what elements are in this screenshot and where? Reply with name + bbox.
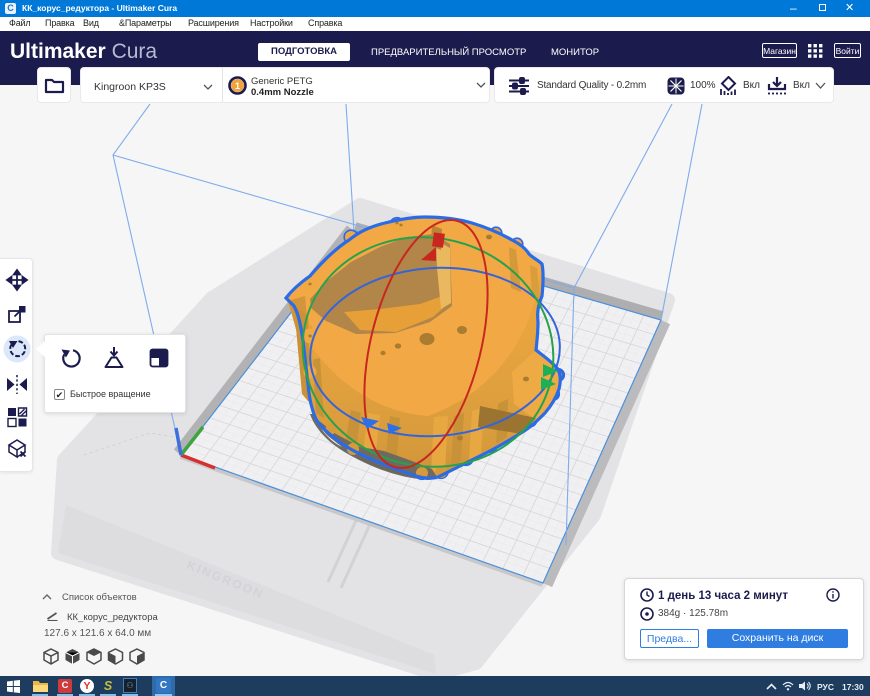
svg-text:1: 1	[235, 81, 240, 91]
